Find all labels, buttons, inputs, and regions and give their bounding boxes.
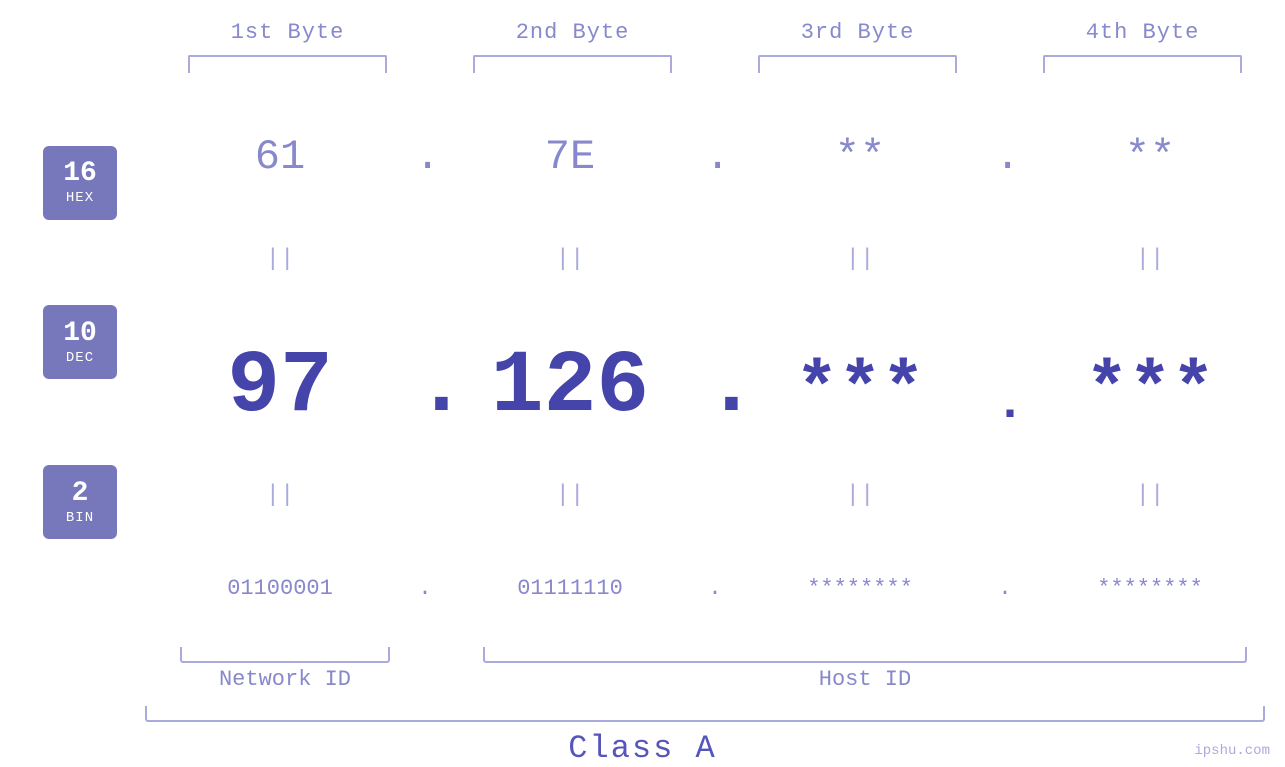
bracket-cell-1: [145, 55, 430, 73]
class-bracket-row: [0, 706, 1285, 722]
dec-badge: 10 DEC: [43, 305, 117, 379]
eq-1-1: ||: [145, 246, 415, 273]
eq-row-1: || || || ||: [145, 245, 1285, 275]
bracket-cell-2: [430, 55, 715, 73]
dot-hex-2: .: [705, 133, 725, 181]
dot-hex-3: .: [995, 133, 1015, 181]
dot-dec-1: .: [415, 348, 435, 427]
dec-val-1: 97: [145, 348, 415, 427]
bottom-label-row: Network ID Host ID: [0, 667, 1285, 692]
bin-badge: 2 BIN: [43, 465, 117, 539]
bin-val-4: ********: [1015, 576, 1285, 601]
dec-row: 97 . 126 . *** . ***: [145, 322, 1285, 432]
dot-dec-3: .: [995, 382, 1015, 427]
top-bracket-row: [0, 55, 1285, 73]
header-row: 1st Byte 2nd Byte 3rd Byte 4th Byte: [0, 20, 1285, 45]
top-bracket-4: [1043, 55, 1243, 73]
bin-val-1: 01100001: [145, 576, 415, 601]
eq-1-2: ||: [435, 246, 705, 273]
eq-row-2: || || || ||: [145, 480, 1285, 510]
hex-badge: 16 HEX: [43, 146, 117, 220]
eq-2-3: ||: [725, 482, 995, 509]
top-bracket-2: [473, 55, 673, 73]
host-bracket-cell: [445, 647, 1285, 663]
dec-val-4: ***: [1015, 355, 1285, 427]
data-column: 61 . 7E . ** . ** || || || || 97: [145, 93, 1285, 642]
main-area: 16 HEX 10 DEC 2 BIN 61 . 7E . ** . **: [0, 93, 1285, 642]
bin-val-2: 01111110: [435, 576, 705, 601]
bin-row: 01100001 . 01111110 . ******** . *******…: [145, 558, 1285, 618]
dot-spacer-2: [425, 667, 445, 692]
eq-2-1: ||: [145, 482, 415, 509]
bracket-cell-3: [715, 55, 1000, 73]
dec-val-3: ***: [725, 355, 995, 427]
badges-column: 16 HEX 10 DEC 2 BIN: [0, 93, 145, 642]
bin-badge-label: BIN: [66, 510, 94, 526]
class-label: Class A: [568, 730, 716, 767]
dot-bin-3: .: [995, 576, 1015, 601]
eq-1-3: ||: [725, 246, 995, 273]
hex-badge-num: 16: [63, 159, 97, 190]
hex-badge-label: HEX: [66, 190, 94, 206]
top-bracket-1: [188, 55, 388, 73]
host-bracket: [483, 647, 1247, 663]
hex-val-2: 7E: [435, 133, 705, 181]
hex-val-3: **: [725, 133, 995, 181]
hex-val-1: 61: [145, 133, 415, 181]
bin-val-3: ********: [725, 576, 995, 601]
dec-badge-num: 10: [63, 319, 97, 350]
host-id-label: Host ID: [445, 667, 1285, 692]
top-bracket-3: [758, 55, 958, 73]
network-bracket-cell: [145, 647, 425, 663]
dot-hex-1: .: [415, 133, 435, 181]
eq-1-4: ||: [1015, 246, 1285, 273]
dot-dec-2: .: [705, 348, 725, 427]
network-bracket: [180, 647, 390, 663]
hex-val-4: **: [1015, 133, 1285, 181]
bottom-bracket-row: [0, 647, 1285, 663]
dec-badge-label: DEC: [66, 350, 94, 366]
dec-val-2: 126: [435, 348, 705, 427]
byte-label-4: 4th Byte: [1000, 20, 1285, 45]
hex-row: 61 . 7E . ** . **: [145, 117, 1285, 197]
class-bracket: [145, 706, 1265, 722]
network-id-label: Network ID: [145, 667, 425, 692]
dot-bin-2: .: [705, 576, 725, 601]
byte-label-1: 1st Byte: [145, 20, 430, 45]
main-container: 1st Byte 2nd Byte 3rd Byte 4th Byte 16 H…: [0, 0, 1285, 767]
byte-label-3: 3rd Byte: [715, 20, 1000, 45]
eq-2-4: ||: [1015, 482, 1285, 509]
dot-spacer-1: [425, 647, 445, 663]
bin-badge-num: 2: [72, 479, 89, 510]
dot-bin-1: .: [415, 576, 435, 601]
bracket-cell-4: [1000, 55, 1285, 73]
byte-label-2: 2nd Byte: [430, 20, 715, 45]
watermark: ipshu.com: [1194, 743, 1270, 759]
class-label-row: Class A: [0, 730, 1285, 767]
eq-2-2: ||: [435, 482, 705, 509]
